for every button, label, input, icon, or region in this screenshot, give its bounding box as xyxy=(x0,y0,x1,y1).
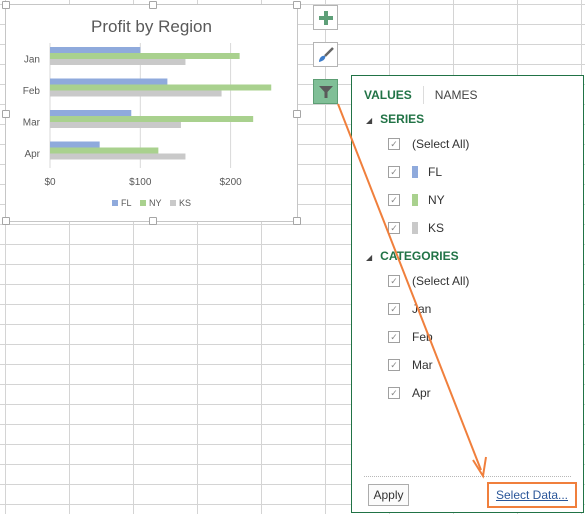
checkbox[interactable]: ✓ xyxy=(388,222,400,234)
series-label: NY xyxy=(428,193,445,207)
series-item-fl[interactable]: ✓ FL xyxy=(388,165,442,179)
legend-label: KS xyxy=(179,198,192,208)
category-item-feb[interactable]: ✓ Feb xyxy=(388,330,433,344)
legend-item-ks: KS xyxy=(170,198,191,208)
checkbox[interactable]: ✓ xyxy=(388,331,400,343)
category-label: Mar xyxy=(412,358,433,372)
series-label: (Select All) xyxy=(412,137,470,151)
chart-filters-panel: VALUES NAMES ◢ SERIES ✓ (Select All) ✓ FL… xyxy=(351,75,584,513)
series-section-header[interactable]: ◢ SERIES xyxy=(366,112,424,126)
series-label: KS xyxy=(428,221,445,235)
checkbox[interactable]: ✓ xyxy=(388,166,400,178)
series-item-ks[interactable]: ✓ KS xyxy=(388,221,444,235)
category-label: Jan xyxy=(24,54,40,65)
bar-fl-mar[interactable] xyxy=(50,110,132,116)
checkbox[interactable]: ✓ xyxy=(388,275,400,287)
panel-divider xyxy=(364,476,571,477)
tab-names[interactable]: NAMES xyxy=(435,88,478,102)
category-item-jan[interactable]: ✓ Jan xyxy=(388,302,431,316)
series-label: FL xyxy=(428,165,443,179)
chart-legend[interactable]: FL NY KS xyxy=(6,198,297,208)
category-item-mar[interactable]: ✓ Mar xyxy=(388,358,433,372)
bar-ks-feb[interactable] xyxy=(50,90,222,97)
bar-ny-mar[interactable] xyxy=(50,116,254,122)
panel-tabs: VALUES NAMES xyxy=(364,86,477,104)
tab-values[interactable]: VALUES xyxy=(364,88,412,102)
collapse-icon[interactable]: ◢ xyxy=(366,116,372,125)
chart-elements-button[interactable] xyxy=(313,5,338,30)
legend-swatch xyxy=(139,200,146,206)
category-label: Jan xyxy=(412,302,432,316)
chart-filters-button[interactable] xyxy=(313,79,338,104)
chart-area[interactable]: Profit by Region $0 $100 $200 Jan Feb Mar Apr … xyxy=(2,1,301,225)
filter-icon xyxy=(318,85,333,98)
legend-label: FL xyxy=(120,198,132,208)
bar-fl-feb[interactable] xyxy=(50,78,168,85)
bar-ny-jan[interactable] xyxy=(50,53,240,59)
bar-fl-jan[interactable] xyxy=(50,47,141,53)
checkbox[interactable]: ✓ xyxy=(388,138,400,150)
select-data-link[interactable]: Select Data... xyxy=(487,482,577,508)
category-label: Apr xyxy=(24,149,40,160)
bar-ny-feb[interactable] xyxy=(50,84,272,91)
legend-item-fl: FL xyxy=(111,198,132,208)
categories-heading: CATEGORIES xyxy=(380,249,459,263)
category-label: (Select All) xyxy=(412,274,470,288)
plus-icon xyxy=(318,10,333,25)
chart-styles-button[interactable] xyxy=(313,42,338,67)
bar-fl-apr[interactable] xyxy=(50,141,100,148)
series-item-ny[interactable]: ✓ NY xyxy=(388,193,445,207)
series-color-swatch xyxy=(412,194,418,206)
collapse-icon[interactable]: ◢ xyxy=(366,253,372,262)
tab-divider xyxy=(422,86,424,104)
category-label: Feb xyxy=(412,330,433,344)
category-select-all[interactable]: ✓ (Select All) xyxy=(388,274,469,288)
legend-swatch xyxy=(170,200,177,206)
x-tick-label: $100 xyxy=(129,177,152,188)
categories-section-header[interactable]: ◢ CATEGORIES xyxy=(366,249,459,263)
plot-area: $0 $100 $200 Jan Feb Mar Apr xyxy=(23,43,272,188)
checkbox[interactable]: ✓ xyxy=(388,194,400,206)
category-label: Apr xyxy=(412,386,431,400)
series-color-swatch xyxy=(412,166,418,178)
series-color-swatch xyxy=(412,222,418,234)
category-label: Mar xyxy=(23,117,41,128)
paintbrush-icon xyxy=(318,46,334,62)
legend-item-ny: NY xyxy=(139,198,162,208)
x-tick-label: $0 xyxy=(44,177,56,188)
category-item-apr[interactable]: ✓ Apr xyxy=(388,386,431,400)
bar-ks-jan[interactable] xyxy=(50,59,186,65)
legend-swatch xyxy=(111,200,118,206)
checkbox[interactable]: ✓ xyxy=(388,359,400,371)
bar-ks-apr[interactable] xyxy=(50,153,186,160)
checkbox[interactable]: ✓ xyxy=(388,387,400,399)
bar-ks-mar[interactable] xyxy=(50,122,181,128)
series-heading: SERIES xyxy=(380,112,425,126)
apply-button[interactable]: Apply xyxy=(368,484,409,506)
bar-ny-apr[interactable] xyxy=(50,147,159,154)
checkbox[interactable]: ✓ xyxy=(388,303,400,315)
category-label: Feb xyxy=(23,86,41,97)
legend-label: NY xyxy=(148,198,162,208)
x-tick-label: $200 xyxy=(219,177,242,188)
series-select-all[interactable]: ✓ (Select All) xyxy=(388,137,469,151)
